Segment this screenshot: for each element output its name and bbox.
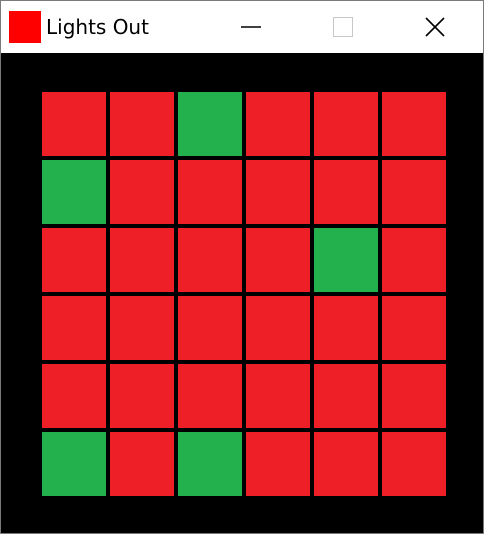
maximize-button[interactable]: [313, 1, 373, 53]
light-cell-r6-c6[interactable]: [382, 432, 446, 496]
window-title: Lights Out: [46, 15, 149, 39]
light-cell-r5-c6[interactable]: [382, 364, 446, 428]
minimize-button[interactable]: [221, 1, 281, 53]
light-cell-r6-c1[interactable]: [42, 432, 106, 496]
light-cell-r3-c4[interactable]: [246, 228, 310, 292]
light-cell-r1-c1[interactable]: [42, 92, 106, 156]
close-button[interactable]: [405, 1, 465, 53]
light-cell-r2-c4[interactable]: [246, 160, 310, 224]
title-bar[interactable]: Lights Out: [1, 1, 483, 53]
light-cell-r1-c2[interactable]: [110, 92, 174, 156]
light-cell-r3-c6[interactable]: [382, 228, 446, 292]
light-cell-r3-c1[interactable]: [42, 228, 106, 292]
light-cell-r3-c5[interactable]: [314, 228, 378, 292]
light-cell-r5-c1[interactable]: [42, 364, 106, 428]
lights-grid: [42, 92, 448, 498]
light-cell-r6-c2[interactable]: [110, 432, 174, 496]
game-area: [1, 53, 483, 533]
light-cell-r5-c3[interactable]: [178, 364, 242, 428]
light-cell-r4-c1[interactable]: [42, 296, 106, 360]
light-cell-r1-c3[interactable]: [178, 92, 242, 156]
minimize-icon: [241, 26, 261, 28]
light-cell-r5-c5[interactable]: [314, 364, 378, 428]
app-icon: [9, 11, 41, 43]
maximize-icon: [333, 17, 353, 37]
light-cell-r6-c3[interactable]: [178, 432, 242, 496]
close-icon: [425, 17, 445, 37]
light-cell-r3-c3[interactable]: [178, 228, 242, 292]
light-cell-r4-c6[interactable]: [382, 296, 446, 360]
light-cell-r6-c4[interactable]: [246, 432, 310, 496]
light-cell-r4-c4[interactable]: [246, 296, 310, 360]
light-cell-r2-c5[interactable]: [314, 160, 378, 224]
light-cell-r2-c1[interactable]: [42, 160, 106, 224]
light-cell-r2-c6[interactable]: [382, 160, 446, 224]
light-cell-r1-c4[interactable]: [246, 92, 310, 156]
game-window: Lights Out: [0, 0, 484, 534]
light-cell-r4-c3[interactable]: [178, 296, 242, 360]
light-cell-r2-c3[interactable]: [178, 160, 242, 224]
light-cell-r5-c2[interactable]: [110, 364, 174, 428]
light-cell-r1-c6[interactable]: [382, 92, 446, 156]
light-cell-r4-c5[interactable]: [314, 296, 378, 360]
light-cell-r1-c5[interactable]: [314, 92, 378, 156]
light-cell-r6-c5[interactable]: [314, 432, 378, 496]
light-cell-r3-c2[interactable]: [110, 228, 174, 292]
light-cell-r4-c2[interactable]: [110, 296, 174, 360]
light-cell-r2-c2[interactable]: [110, 160, 174, 224]
light-cell-r5-c4[interactable]: [246, 364, 310, 428]
